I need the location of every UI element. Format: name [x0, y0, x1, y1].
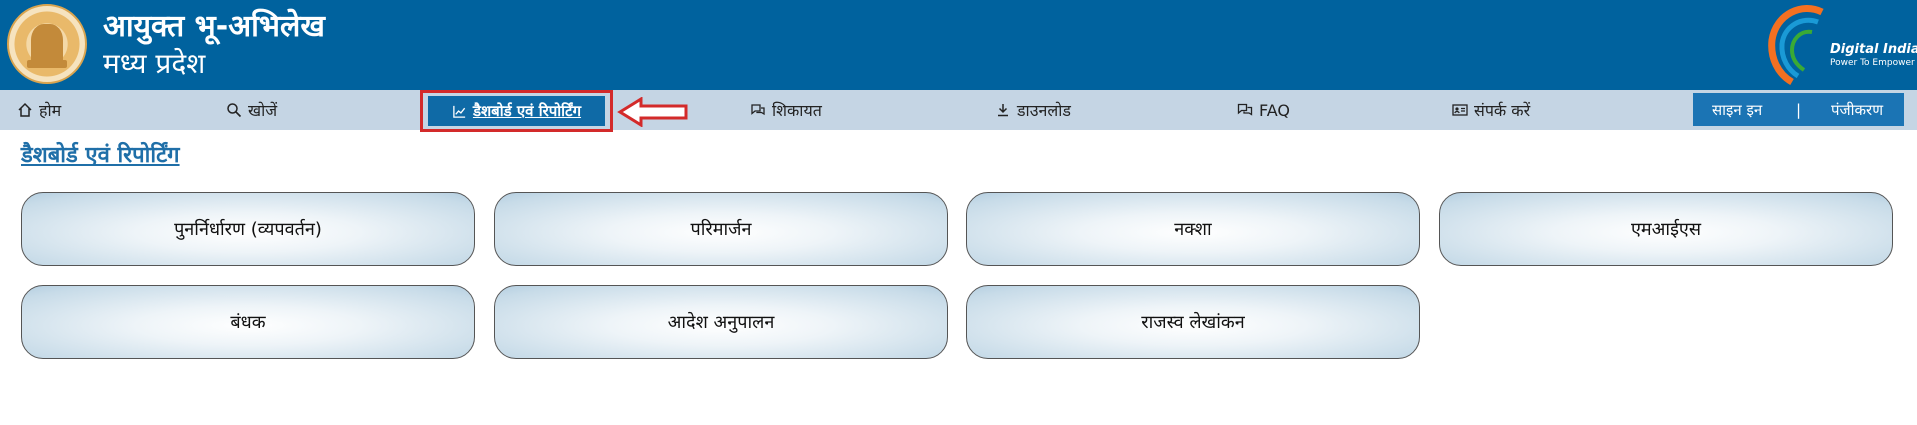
nav-download[interactable]: डाउनलोड — [995, 90, 1071, 130]
digital-india-logo[interactable]: Digital India Power To Empower — [1762, 4, 1917, 86]
site-title: आयुक्त भू-अभिलेख — [103, 9, 325, 44]
nav-contact-label: संपर्क करें — [1474, 101, 1531, 120]
digital-india-swirl-icon — [1768, 5, 1824, 86]
contact-card-icon — [1452, 104, 1468, 116]
nav-dashboard-reporting[interactable]: डैशबोर्ड एवं रिपोर्टिंग — [428, 96, 605, 126]
home-icon — [18, 102, 32, 117]
digital-india-text: Digital India — [1830, 42, 1917, 57]
tile-mis[interactable]: एमआईएस — [1439, 192, 1893, 266]
mp-emblem-logo[interactable] — [7, 4, 87, 84]
tile-map[interactable]: नक्शा — [966, 192, 1420, 266]
site-subtitle: मध्य प्रदेश — [103, 47, 206, 80]
nav-complaint-label: शिकायत — [772, 101, 822, 120]
page-title[interactable]: डैशबोर्ड एवं रिपोर्टिंग — [21, 139, 180, 169]
chart-line-icon — [453, 105, 466, 118]
nav-complaint[interactable]: शिकायत — [750, 90, 822, 130]
chat-icon — [751, 104, 765, 116]
sign-in-link[interactable]: साइन इन — [1712, 100, 1762, 120]
tile-correction[interactable]: परिमार्जन — [494, 192, 948, 266]
tile-mortgage[interactable]: बंधक — [21, 285, 475, 359]
nav-faq[interactable]: FAQ — [1237, 90, 1290, 130]
download-icon — [998, 104, 1008, 117]
lion-capital-icon — [31, 24, 63, 64]
auth-separator: | — [1796, 100, 1802, 119]
nav-dashboard-label: डैशबोर्ड एवं रिपोर्टिंग — [472, 102, 582, 120]
site-header: आयुक्त भू-अभिलेख मध्य प्रदेश Digital Ind… — [0, 0, 1917, 90]
emblem-base — [27, 60, 67, 68]
tile-revenue-accounting[interactable]: राजस्व लेखांकन — [966, 285, 1420, 359]
pointer-arrow-icon — [617, 97, 688, 127]
nav-contact[interactable]: संपर्क करें — [1452, 90, 1530, 130]
auth-bar: साइन इन | पंजीकरण — [1693, 93, 1904, 126]
nav-download-label: डाउनलोड — [1017, 101, 1071, 120]
faq-icon — [1237, 103, 1253, 116]
nav-search-label: खोजें — [248, 101, 278, 120]
digital-india-tagline: Power To Empower — [1830, 58, 1915, 68]
tile-order-compliance[interactable]: आदेश अनुपालन — [494, 285, 948, 359]
register-link[interactable]: पंजीकरण — [1831, 100, 1883, 120]
tile-diversion[interactable]: पुनर्निर्धारण (व्यपवर्तन) — [21, 192, 475, 266]
search-icon — [227, 103, 242, 118]
main-nav: होम खोजें शिकायत डाउनलोड FAQ संपर्क करें — [0, 90, 1917, 130]
nav-home[interactable]: होम — [17, 90, 61, 130]
nav-search[interactable]: खोजें — [226, 90, 277, 130]
nav-faq-label: FAQ — [1259, 100, 1290, 120]
nav-home-label: होम — [39, 101, 62, 120]
